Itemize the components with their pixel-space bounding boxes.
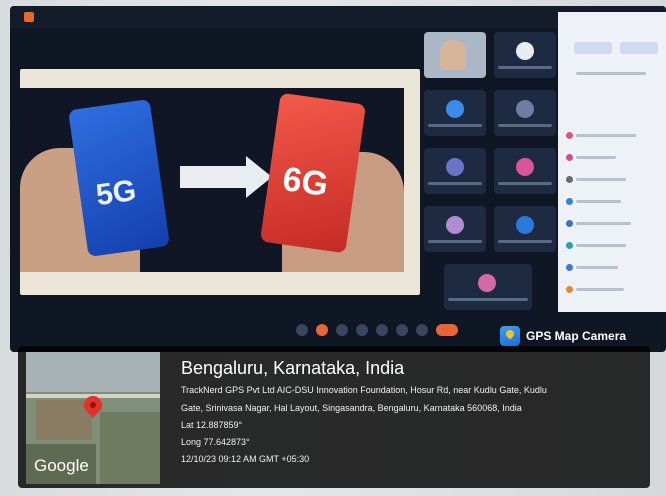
phone-6g-label: 6G [280,160,331,204]
participant-row[interactable] [576,288,624,291]
participant-tile[interactable] [494,90,556,136]
avatar [516,100,534,118]
panel-button[interactable] [620,42,658,54]
participant-tile-video[interactable] [424,32,486,78]
participant-dot [566,286,573,293]
map-pin-center [90,402,96,408]
avatar [516,216,534,234]
participant-tile[interactable] [424,206,486,252]
slide-5g-to-6g: 5G 6G [20,88,404,272]
participant-row[interactable] [576,156,616,159]
participant-name [498,240,552,243]
call-toolbar [20,314,560,344]
participant-row[interactable] [576,134,636,137]
toolbar-button[interactable] [396,324,408,336]
toolbar-button[interactable] [336,324,348,336]
avatar [446,100,464,118]
participant-dot [566,264,573,271]
avatar [478,274,496,292]
participant-name [498,182,552,185]
participant-name [448,298,528,301]
avatar [446,216,464,234]
participant-dot [566,154,573,161]
address-line-2: Gate, Srinivasa Nagar, Hal Layout, Singa… [181,403,522,413]
participant-row[interactable] [576,200,621,203]
participant-tile[interactable] [424,90,486,136]
longitude-text: Long 77.642873° [181,437,250,447]
participant-tile[interactable] [444,264,532,310]
pin-icon [504,328,516,340]
timestamp-text: 12/10/23 09:12 AM GMT +05:30 [181,454,310,464]
participant-tile[interactable] [424,148,486,194]
toolbar-button[interactable] [316,324,328,336]
participant-name [428,182,482,185]
location-title: Bengaluru, Karnataka, India [181,358,405,378]
panel-search[interactable] [576,72,646,75]
participant-dot [566,132,573,139]
map-provider-logo: Google [34,456,89,475]
participant-name [428,124,482,127]
participant-row[interactable] [576,222,631,225]
participant-dot [566,198,573,205]
participant-tile[interactable] [494,206,556,252]
toolbar-button[interactable] [356,324,368,336]
gps-map-camera-label: GPS Map Camera [526,329,627,343]
toolbar-button[interactable] [296,324,308,336]
end-call-button[interactable] [436,324,458,336]
participant-face [440,40,466,70]
participant-row[interactable] [576,244,626,247]
map-area [26,352,160,392]
participant-grid [424,32,564,332]
participant-name [498,124,552,127]
address-line-1: TrackNerd GPS Pvt Ltd AIC-DSU Innovation… [181,385,547,395]
app-icon [24,12,34,22]
participant-dot [566,242,573,249]
avatar [446,158,464,176]
participant-name [498,66,552,69]
toolbar-button[interactable] [376,324,388,336]
arrow-right-icon [180,166,246,188]
participant-tile[interactable] [494,148,556,194]
phone-5g-label: 5G [93,173,139,213]
avatar [516,42,534,60]
avatar [516,158,534,176]
toolbar-button[interactable] [416,324,428,336]
gps-map-camera-logo-icon [500,326,520,346]
participant-name [428,240,482,243]
latitude-text: Lat 12.887859° [181,420,243,430]
participant-dot [566,176,573,183]
participant-row[interactable] [576,178,626,181]
participant-dot [566,220,573,227]
participant-row[interactable] [576,266,618,269]
participants-panel [558,12,666,312]
participant-tile[interactable] [494,32,556,78]
panel-button[interactable] [574,42,612,54]
map-area [100,412,160,484]
